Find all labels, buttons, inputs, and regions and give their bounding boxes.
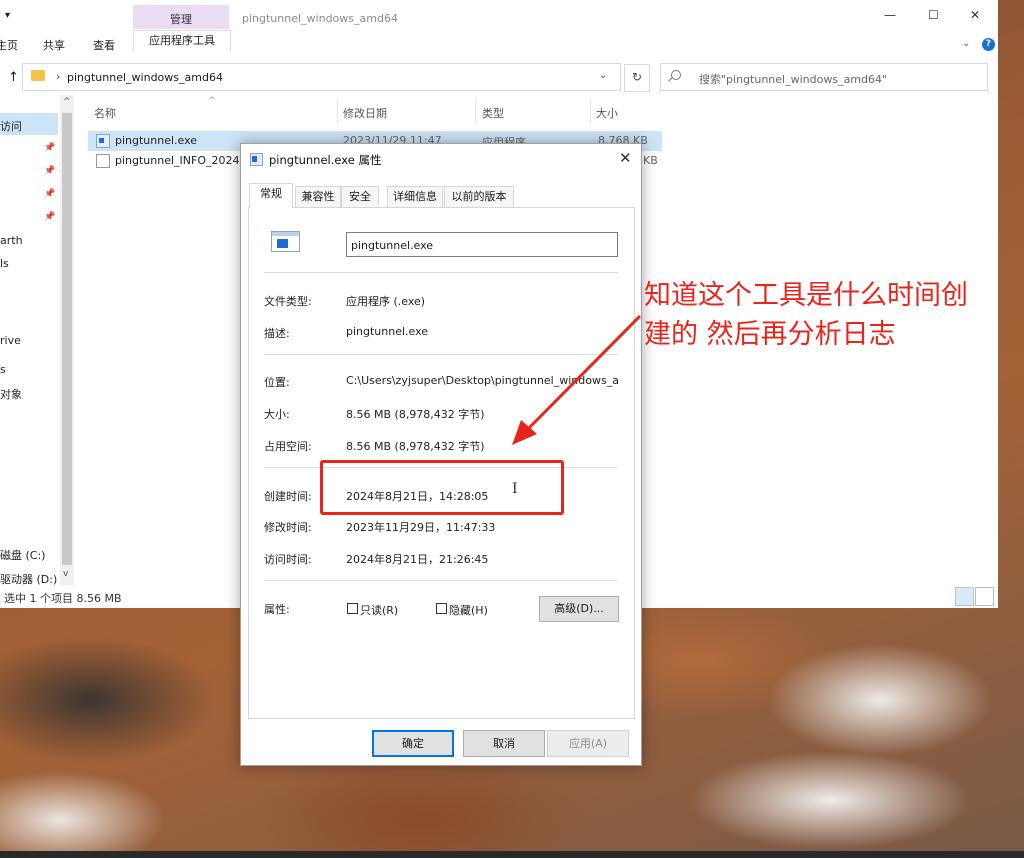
taskbar-edge [0,851,1024,858]
tab-general[interactable]: 常规 [249,183,293,208]
annotation-line-1: 知道这个工具是什么时间创 [644,280,968,311]
annotation-text: 知道这个工具是什么时间创 建的 然后再分析日志 [644,276,1016,354]
annotation-arrow [512,314,642,445]
annotation-line-2: 建的 然后再分析日志 [644,319,896,350]
arrow-shaft [525,314,642,432]
